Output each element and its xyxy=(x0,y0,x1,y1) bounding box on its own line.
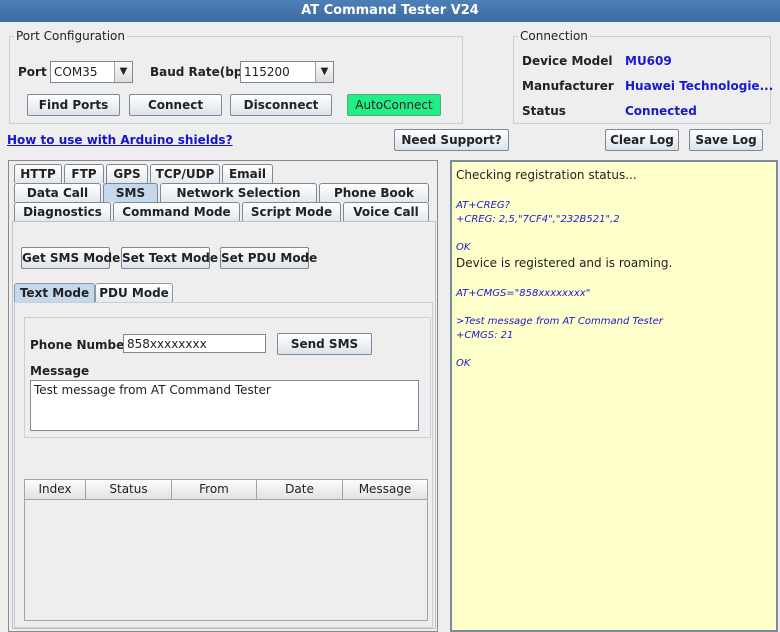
phone-number-label: Phone Number xyxy=(30,338,131,352)
message-label: Message xyxy=(30,364,90,378)
phone-number-input[interactable]: 858xxxxxxxx xyxy=(123,334,266,353)
connection-title: Connection xyxy=(518,28,590,44)
log-line: AT+CMGS="858xxxxxxxx" xyxy=(456,288,591,299)
find-ports-button[interactable]: Find Ports xyxy=(27,94,120,116)
tab-network-selection[interactable]: Network Selection xyxy=(160,183,317,202)
port-label: Port xyxy=(18,65,47,79)
baud-rate-select[interactable]: 115200 ▼ xyxy=(240,61,334,83)
baud-rate-select-value: 115200 xyxy=(244,65,290,79)
column-header-status[interactable]: Status xyxy=(86,480,172,500)
need-support-button[interactable]: Need Support? xyxy=(394,129,509,151)
log-line: AT+CREG? xyxy=(456,200,510,211)
tab-script-mode[interactable]: Script Mode xyxy=(242,202,341,221)
chevron-down-icon: ▼ xyxy=(315,62,333,82)
manufacturer-value: Huawei Technologie... xyxy=(625,79,774,93)
column-header-message[interactable]: Message xyxy=(343,480,427,500)
column-header-index[interactable]: Index xyxy=(25,480,86,500)
log-line: +CREG: 2,5,"7CF4","232B521",2 xyxy=(456,214,620,225)
arduino-shields-link[interactable]: How to use with Arduino shields? xyxy=(7,133,233,147)
status-value: Connected xyxy=(625,104,697,118)
tab-diagnostics[interactable]: Diagnostics xyxy=(14,202,111,221)
column-header-date[interactable]: Date xyxy=(257,480,343,500)
tab-text-mode[interactable]: Text Mode xyxy=(14,283,95,303)
port-configuration-title: Port Configuration xyxy=(14,28,127,44)
clear-log-button[interactable]: Clear Log xyxy=(605,129,679,151)
log-line: +CMGS: 21 xyxy=(456,330,514,341)
window-title: AT Command Tester V24 xyxy=(0,0,780,22)
tab-pdu-mode[interactable]: PDU Mode xyxy=(95,283,173,303)
tab-tcp-udp[interactable]: TCP/UDP xyxy=(150,164,220,183)
port-select-value: COM35 xyxy=(54,65,98,79)
device-model-value: MU609 xyxy=(625,54,672,68)
manufacturer-label: Manufacturer xyxy=(522,79,614,93)
tab-gps[interactable]: GPS xyxy=(106,164,148,183)
log-line: Checking registration status... xyxy=(456,168,637,182)
autoconnect-button[interactable]: AutoConnect xyxy=(347,94,441,116)
set-text-mode-button[interactable]: Set Text Mode xyxy=(121,247,218,269)
device-model-label: Device Model xyxy=(522,54,613,68)
log-line: >Test message from AT Command Tester xyxy=(456,316,663,327)
log-line: OK xyxy=(456,358,471,369)
set-pdu-mode-button[interactable]: Set PDU Mode xyxy=(220,247,317,269)
sms-table[interactable]: Index Status From Date Message xyxy=(24,479,428,621)
tab-sms[interactable]: SMS xyxy=(103,183,158,202)
port-select[interactable]: COM35 ▼ xyxy=(50,61,133,83)
save-log-button[interactable]: Save Log xyxy=(689,129,763,151)
send-sms-button[interactable]: Send SMS xyxy=(277,333,372,355)
tab-voice-call[interactable]: Voice Call xyxy=(343,202,429,221)
tab-email[interactable]: Email xyxy=(222,164,273,183)
message-textarea[interactable]: Test message from AT Command Tester xyxy=(30,380,419,431)
log-line: Device is registered and is roaming. xyxy=(456,256,673,270)
disconnect-button[interactable]: Disconnect xyxy=(230,94,332,116)
tab-http[interactable]: HTTP xyxy=(14,164,62,183)
log-line: OK xyxy=(456,242,471,253)
log-panel[interactable]: Checking registration status... AT+CREG?… xyxy=(450,160,778,632)
column-header-from[interactable]: From xyxy=(172,480,257,500)
tab-command-mode[interactable]: Command Mode xyxy=(113,202,240,221)
tab-ftp[interactable]: FTP xyxy=(64,164,104,183)
chevron-down-icon: ▼ xyxy=(114,62,132,82)
tab-phone-book[interactable]: Phone Book xyxy=(319,183,429,202)
tab-data-call[interactable]: Data Call xyxy=(14,183,101,202)
get-sms-mode-button[interactable]: Get SMS Mode xyxy=(21,247,120,269)
status-label: Status xyxy=(522,104,566,118)
connect-button[interactable]: Connect xyxy=(129,94,222,116)
